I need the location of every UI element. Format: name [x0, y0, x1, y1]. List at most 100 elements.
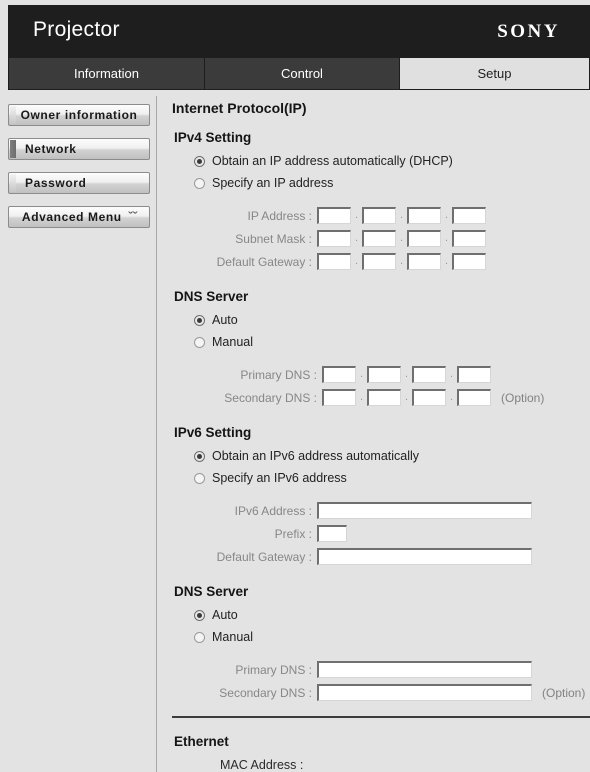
field-label: Secondary DNS : — [219, 685, 312, 700]
default-gateway-v6-input[interactable] — [317, 548, 532, 565]
octet-separator: . — [354, 232, 359, 244]
primary-dns-v4-octet-3[interactable] — [412, 366, 446, 383]
ipv6-address-input[interactable] — [317, 502, 532, 519]
octet-separator: . — [359, 368, 364, 380]
primary-dns-v4-octet-4[interactable] — [457, 366, 491, 383]
section-heading-ethernet: Ethernet — [174, 734, 229, 749]
radio-label: Auto — [212, 608, 238, 622]
subnet-mask-octet-2[interactable] — [362, 230, 396, 247]
subnet-mask-octet-1[interactable] — [317, 230, 351, 247]
default-gateway-v4-octet-3[interactable] — [407, 253, 441, 270]
field-label: Subnet Mask : — [235, 231, 312, 246]
option-note: (Option) — [501, 390, 545, 405]
settings-content: Internet Protocol(IP) IPv4 Setting Obtai… — [172, 100, 590, 772]
field-row-default-gateway-v6: Default Gateway : — [172, 547, 590, 566]
option-note: (Option) — [542, 685, 586, 700]
section-divider — [172, 716, 590, 718]
field-label: Prefix : — [274, 526, 312, 541]
field-label: Primary DNS : — [240, 367, 317, 382]
field-label: Primary DNS : — [235, 662, 312, 677]
radio-label: Specify an IP address — [212, 176, 334, 190]
default-gateway-v4-octet-1[interactable] — [317, 253, 351, 270]
field-row-default-gateway-v4: Default Gateway : . . . — [172, 252, 590, 271]
section-heading-ipv4: IPv4 Setting — [174, 130, 252, 145]
radio-ipv6-specify[interactable]: Specify an IPv6 address — [194, 471, 590, 485]
primary-dns-v4-octet-2[interactable] — [367, 366, 401, 383]
secondary-dns-v4-octet-4[interactable] — [457, 389, 491, 406]
field-row-secondary-dns-v6: Secondary DNS : (Option) — [172, 683, 590, 702]
accent-bar — [10, 106, 16, 124]
sidebar-item-network[interactable]: Network — [8, 138, 150, 160]
secondary-dns-v4-octet-3[interactable] — [412, 389, 446, 406]
field-row-ipv6-prefix: Prefix : — [172, 524, 590, 543]
section-heading-internet-protocol: Internet Protocol(IP) — [172, 100, 307, 116]
radio-indicator[interactable] — [194, 631, 205, 643]
octet-separator: . — [354, 209, 359, 221]
octet-separator: . — [354, 255, 359, 267]
sidebar-item-advanced-menu[interactable]: Advanced Menu ˇˇ — [8, 206, 150, 228]
field-label: IP Address : — [247, 208, 312, 223]
secondary-dns-v6-input[interactable] — [317, 684, 532, 701]
octet-separator: . — [404, 368, 409, 380]
subnet-mask-octet-3[interactable] — [407, 230, 441, 247]
secondary-dns-v4-octet-2[interactable] — [367, 389, 401, 406]
ip-address-octet-4[interactable] — [452, 207, 486, 224]
radio-ipv4-dhcp[interactable]: Obtain an IP address automatically (DHCP… — [194, 154, 590, 168]
field-row-primary-dns-v4: Primary DNS : . . . — [172, 365, 590, 384]
secondary-dns-v4-octet-1[interactable] — [322, 389, 356, 406]
field-row-subnet-mask: Subnet Mask : . . . — [172, 229, 590, 248]
primary-dns-v4-octet-1[interactable] — [322, 366, 356, 383]
primary-dns-v6-input[interactable] — [317, 661, 532, 678]
sidebar-item-password[interactable]: Password — [8, 172, 150, 194]
tab-control[interactable]: Control — [205, 58, 399, 89]
octet-separator: . — [399, 255, 404, 267]
field-label: Secondary DNS : — [224, 390, 317, 405]
ipv6-prefix-input[interactable] — [317, 525, 347, 542]
radio-dns6-auto[interactable]: Auto — [194, 608, 590, 622]
sidebar-item-label: Advanced Menu — [21, 210, 122, 224]
radio-dns4-auto[interactable]: Auto — [194, 313, 590, 327]
ip-address-octet-1[interactable] — [317, 207, 351, 224]
radio-ipv4-specify[interactable]: Specify an IP address — [194, 176, 590, 190]
app-header: Projector SONY — [8, 5, 590, 57]
octet-separator: . — [449, 391, 454, 403]
sidebar-item-label: Password — [25, 176, 87, 190]
radio-label: Specify an IPv6 address — [212, 471, 347, 485]
tab-information[interactable]: Information — [9, 58, 204, 89]
sidebar-item-owner-information[interactable]: Owner information — [8, 104, 150, 126]
sidebar-item-label: Network — [25, 142, 77, 156]
radio-label: Obtain an IP address automatically (DHCP… — [212, 154, 453, 168]
default-gateway-v4-octet-2[interactable] — [362, 253, 396, 270]
projector-web-control-page: Projector SONY Information Control Setup… — [0, 0, 590, 772]
radio-label: Manual — [212, 335, 253, 349]
field-label: Default Gateway : — [216, 549, 312, 564]
radio-indicator-selected[interactable] — [194, 450, 205, 462]
chevron-down-icon: ˇˇ — [127, 211, 137, 223]
field-row-ip-address: IP Address : . . . — [172, 206, 590, 225]
radio-dns6-manual[interactable]: Manual — [194, 630, 590, 644]
radio-indicator-selected[interactable] — [194, 155, 205, 167]
octet-separator: . — [399, 232, 404, 244]
subnet-mask-octet-4[interactable] — [452, 230, 486, 247]
radio-indicator-selected[interactable] — [194, 314, 205, 326]
field-row-secondary-dns-v4: Secondary DNS : . . . (Option) — [172, 388, 590, 407]
radio-indicator[interactable] — [194, 472, 205, 484]
radio-indicator-selected[interactable] — [194, 609, 205, 621]
octet-separator: . — [444, 255, 449, 267]
field-row-mac-address: MAC Address : — [220, 758, 590, 772]
radio-dns4-manual[interactable]: Manual — [194, 335, 590, 349]
radio-ipv6-auto[interactable]: Obtain an IPv6 address automatically — [194, 449, 590, 463]
octet-separator: . — [404, 391, 409, 403]
ip-address-octet-3[interactable] — [407, 207, 441, 224]
default-gateway-v4-octet-4[interactable] — [452, 253, 486, 270]
radio-indicator[interactable] — [194, 177, 205, 189]
field-label: IPv6 Address : — [234, 503, 312, 518]
octet-separator: . — [444, 209, 449, 221]
radio-label: Auto — [212, 313, 238, 327]
radio-indicator[interactable] — [194, 336, 205, 348]
field-label: Default Gateway : — [216, 254, 312, 269]
tab-setup[interactable]: Setup — [400, 58, 589, 89]
field-row-primary-dns-v6: Primary DNS : — [172, 660, 590, 679]
ip-address-octet-2[interactable] — [362, 207, 396, 224]
section-heading-ipv6: IPv6 Setting — [174, 425, 252, 440]
